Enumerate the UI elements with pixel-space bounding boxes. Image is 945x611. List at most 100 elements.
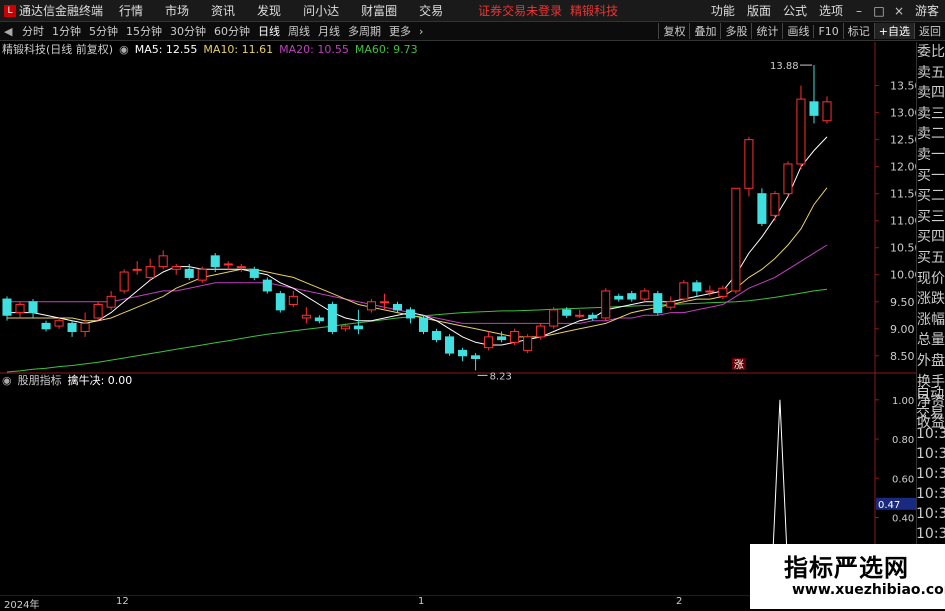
time-label-2: 2 — [676, 596, 683, 607]
candle-body-11 — [145, 266, 155, 278]
candle-body-41 — [536, 325, 546, 338]
side-label-0: 委比 — [917, 44, 945, 60]
candle-28 — [366, 299, 376, 313]
indicator-field: 擒牛决: 0.00 — [67, 374, 133, 387]
candle-body-29 — [379, 301, 389, 304]
candle-body-17 — [223, 263, 233, 266]
candle-15 — [197, 266, 207, 283]
candle-body-20 — [262, 279, 272, 292]
candle-36 — [471, 353, 481, 371]
indicator-header: ◉ 股朋指标 擒牛决: 0.00 — [2, 372, 138, 388]
ind-axis-label-2: 0.60 — [892, 474, 914, 485]
price-label-1: 13.00 — [890, 107, 916, 120]
side-label-15: 外盘 — [917, 352, 945, 369]
candle-32 — [418, 315, 429, 335]
candle-body-2 — [28, 301, 38, 314]
zhang-label: 涨 — [734, 359, 744, 371]
candle-body-34 — [445, 336, 455, 354]
candle-53 — [692, 280, 702, 297]
candle-body-35 — [458, 349, 468, 357]
candle-body-22 — [288, 295, 298, 305]
candle-58 — [757, 188, 767, 227]
candle-body-45 — [588, 314, 598, 319]
side-label-8: 买三 — [917, 208, 945, 225]
candle-body-12 — [158, 255, 168, 268]
indicator-settings-icon[interactable]: ◉ — [2, 374, 12, 387]
candle-body-10 — [132, 268, 142, 271]
price-label-8: 9.50 — [890, 296, 915, 309]
candle-body-26 — [340, 325, 350, 330]
candle-body-27 — [353, 325, 363, 330]
candle-37 — [484, 331, 494, 351]
candle-body-60 — [783, 163, 793, 195]
side-label-11: 现价 — [917, 270, 945, 287]
candle-48 — [627, 290, 637, 302]
candle-50 — [653, 290, 663, 316]
low-label: 8.23 — [490, 371, 512, 382]
time-label-1: 1 — [418, 596, 425, 607]
price-label-7: 10.00 — [890, 269, 916, 282]
candle-body-33 — [431, 330, 442, 341]
price-label-5: 11.00 — [890, 215, 916, 228]
candle-body-58 — [757, 193, 767, 224]
ind-axis-label-1: 0.80 — [892, 435, 914, 446]
candle-40 — [523, 334, 533, 354]
candle-body-19 — [249, 268, 259, 278]
candle-3 — [41, 320, 51, 332]
candle-body-57 — [744, 139, 754, 189]
side-label-9: 买四 — [917, 229, 945, 246]
candle-body-7 — [93, 303, 103, 319]
candle-body-48 — [627, 293, 637, 300]
indicator-side-label-6: 10:31 — [916, 506, 945, 522]
candle-body-5 — [67, 322, 77, 332]
candle-body-36 — [471, 355, 481, 359]
candle-63 — [822, 96, 832, 124]
candle-46 — [601, 288, 611, 321]
candle-6 — [80, 312, 90, 337]
candle-8 — [106, 290, 116, 310]
indicator-name[interactable]: 股朋指标 — [18, 372, 62, 388]
candle-body-52 — [679, 282, 689, 300]
candle-body-38 — [497, 336, 507, 341]
side-label-14: 总量 — [917, 332, 945, 349]
watermark-title: 指标严选网 — [784, 554, 909, 582]
ma60-line — [6, 288, 828, 373]
candle-body-1 — [15, 303, 25, 314]
candle-body-47 — [614, 295, 624, 300]
candle-20 — [262, 277, 272, 294]
candle-body-63 — [822, 101, 832, 122]
candle-11 — [145, 258, 155, 281]
candle-9 — [119, 269, 129, 294]
candle-60 — [783, 161, 793, 197]
ind-axis-label-3: 0.40 — [892, 514, 914, 525]
candle-22 — [288, 290, 298, 308]
back-button[interactable]: 返回 — [914, 23, 945, 39]
candle-body-51 — [666, 301, 676, 308]
candle-25 — [327, 301, 337, 335]
candle-body-53 — [692, 282, 702, 292]
side-label-3: 卖三 — [917, 105, 945, 122]
candle-35 — [458, 347, 468, 362]
ma10-line — [7, 187, 828, 338]
candle-5 — [67, 320, 77, 337]
high-label: 13.88 — [770, 61, 799, 72]
price-label-9: 9.00 — [890, 323, 915, 336]
candle-54 — [705, 285, 715, 297]
candle-body-0 — [2, 298, 12, 316]
side-label-12: 涨跌 — [917, 291, 945, 308]
price-label-0: 13.50 — [890, 80, 916, 93]
candle-57 — [744, 136, 754, 197]
candle-body-8 — [106, 295, 116, 308]
kline-chart[interactable]: 13.50 13.00 12.50 12.00 11.50 11.00 10.50 10.00… — [0, 0, 916, 596]
watermark-banner: 指标严选网 www.xuezhibiao.com — [750, 544, 945, 609]
indicator-side-label-0: 自动 — [916, 386, 944, 402]
candle-51 — [666, 296, 676, 310]
candle-body-50 — [653, 293, 663, 314]
candle-39 — [510, 328, 520, 345]
candle-body-14 — [184, 268, 194, 278]
candle-body-16 — [210, 255, 220, 268]
candle-18 — [236, 263, 246, 273]
candle-body-3 — [41, 322, 51, 330]
candle-13 — [171, 263, 181, 275]
ind-axis-label-0: 1.00 — [892, 396, 914, 407]
